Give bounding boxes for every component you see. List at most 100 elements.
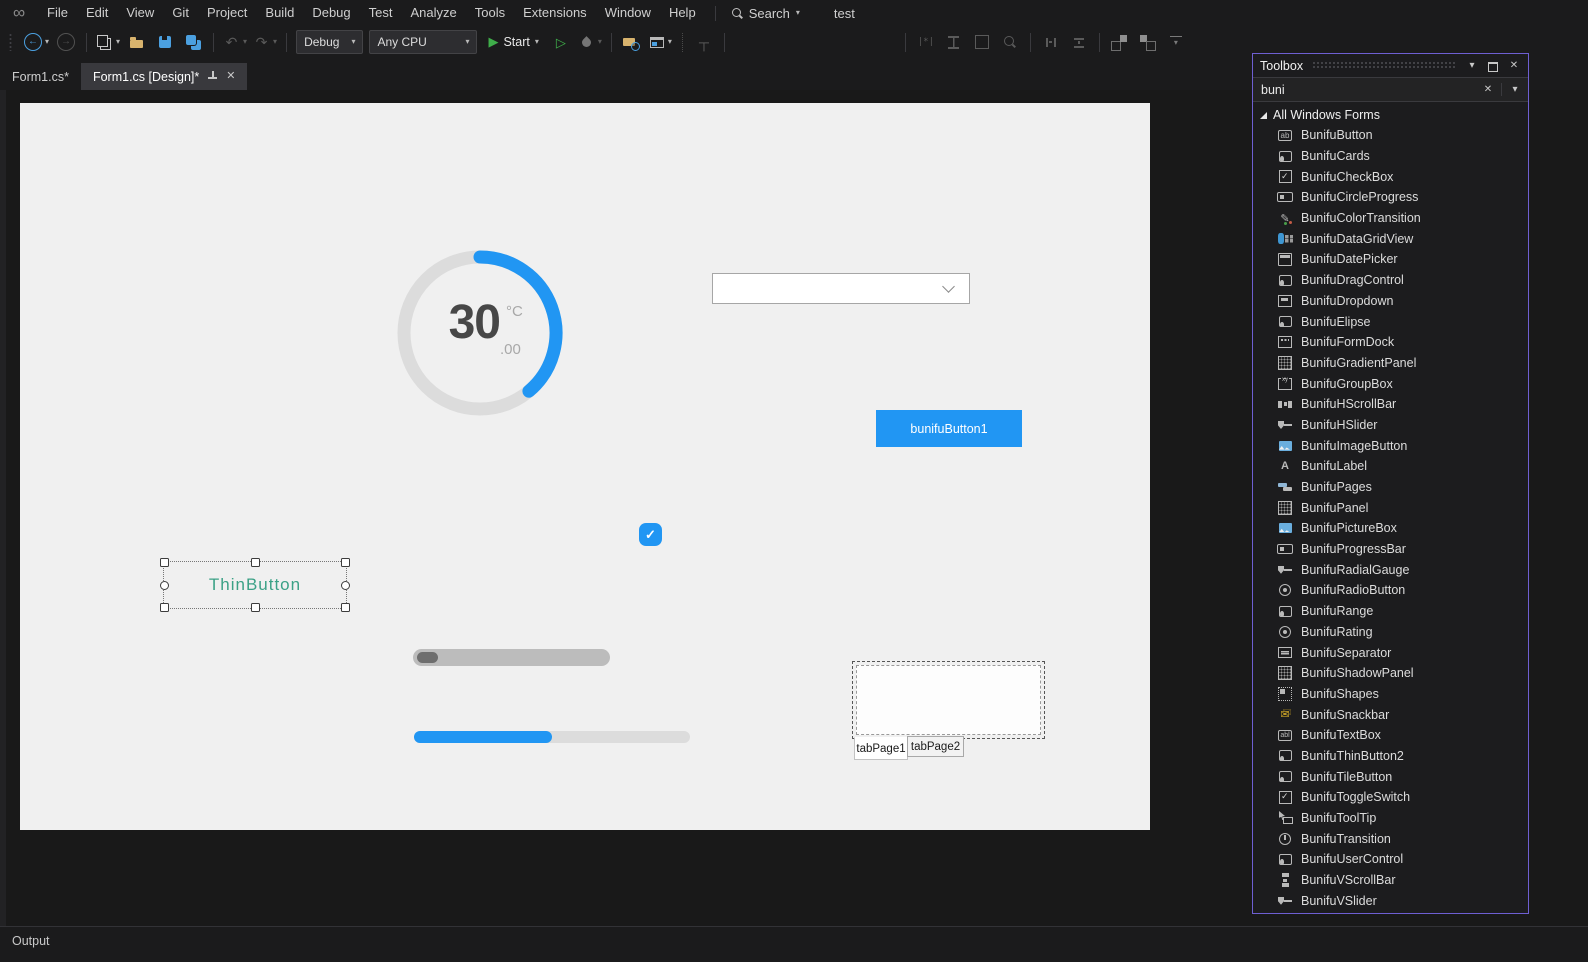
toolbox-header[interactable]: Toolbox ▾ ✕ — [1253, 54, 1528, 77]
toolbox-item-bunifuprogressbar[interactable]: BunifuProgressBar — [1253, 539, 1528, 560]
toolbox-item-bunifurange[interactable]: BunifuRange — [1253, 601, 1528, 622]
toolbox-item-bunifuradialgauge[interactable]: BunifuRadialGauge — [1253, 559, 1528, 580]
toolbox-item-bunifupicturebox[interactable]: BunifuPictureBox — [1253, 518, 1528, 539]
toggle-checkbox-control[interactable]: ✓ — [639, 523, 662, 546]
selection-handle[interactable] — [341, 558, 350, 567]
search-options-caret-icon[interactable]: ▾ — [1508, 84, 1522, 95]
toolbox-item-bunifudatagridview[interactable]: BunifuDataGridView — [1253, 228, 1528, 249]
toolbox-item-bunifuformdock[interactable]: BunifuFormDock — [1253, 332, 1528, 353]
toolbox-item-bunifucheckbox[interactable]: BunifuCheckBox — [1253, 166, 1528, 187]
toolbox-item-bunifutilebutton[interactable]: BunifuTileButton — [1253, 766, 1528, 787]
document-tab-2[interactable]: Form1.cs [Design]*✕ — [81, 63, 248, 90]
dropdown-control[interactable] — [712, 273, 970, 304]
toolbox-search-input[interactable] — [1259, 82, 1475, 98]
menu-item-debug[interactable]: Debug — [303, 0, 359, 26]
navigate-back-icon[interactable]: ←▾ — [21, 30, 52, 54]
live-preview-window-icon[interactable]: ▾ — [646, 30, 675, 54]
align-middles-icon[interactable] — [843, 30, 871, 54]
toolbar-overflow-icon[interactable]: ▾ — [1162, 30, 1190, 54]
maximize-icon[interactable] — [1486, 60, 1500, 72]
toolbox-item-bunifushapes[interactable]: BunifuShapes — [1253, 684, 1528, 705]
toolbox-item-bunifupanel[interactable]: BunifuPanel — [1253, 497, 1528, 518]
menu-item-git[interactable]: Git — [163, 0, 198, 26]
toolbox-item-bunifuthinbutton2[interactable]: BunifuThinButton2 — [1253, 746, 1528, 767]
toolbox-item-bunifutransition[interactable]: BunifuTransition — [1253, 828, 1528, 849]
toolbox-item-bunifuvslider[interactable]: BunifuVSlider — [1253, 890, 1528, 911]
menu-item-file[interactable]: File — [38, 0, 77, 26]
toolbox-item-bunifuseparator[interactable]: BunifuSeparator — [1253, 642, 1528, 663]
toolbar-grip[interactable] — [8, 33, 13, 51]
pages-control[interactable] — [852, 661, 1045, 739]
toolbox-item-bunifutooltip[interactable]: BunifuToolTip — [1253, 808, 1528, 829]
toolbox-item-bunifushadowpanel[interactable]: BunifuShadowPanel — [1253, 663, 1528, 684]
toolbox-item-bunifucolortransition[interactable]: BunifuColorTransition — [1253, 208, 1528, 229]
menu-item-test[interactable]: Test — [360, 0, 402, 26]
toolbox-item-bunifuhslider[interactable]: BunifuHSlider — [1253, 415, 1528, 436]
selection-handle[interactable] — [341, 581, 350, 590]
align-rights-icon[interactable] — [787, 30, 815, 54]
menu-item-edit[interactable]: Edit — [77, 0, 117, 26]
menu-item-help[interactable]: Help — [660, 0, 705, 26]
save-icon[interactable] — [151, 30, 179, 54]
selection-handle[interactable] — [341, 603, 350, 612]
selection-handle[interactable] — [160, 558, 169, 567]
navigate-forward-icon[interactable]: → — [52, 30, 80, 54]
selection-handle[interactable] — [251, 558, 260, 567]
send-to-back-icon[interactable] — [1134, 30, 1162, 54]
tab-page-1[interactable]: tabPage1 — [854, 737, 908, 760]
menu-item-extensions[interactable]: Extensions — [514, 0, 596, 26]
toolbox-item-bunifugroupbox[interactable]: BunifuGroupBox — [1253, 373, 1528, 394]
toolbox-item-bunifudropdown[interactable]: BunifuDropdown — [1253, 291, 1528, 312]
search-box[interactable]: Search ▾ — [726, 6, 806, 21]
window-position-caret-icon[interactable]: ▾ — [1465, 60, 1479, 71]
progress-bar-control[interactable] — [414, 731, 690, 743]
expander-icon[interactable] — [1260, 112, 1267, 119]
align-lefts-icon[interactable] — [731, 30, 759, 54]
zoom-icon[interactable] — [996, 30, 1024, 54]
solution-configuration-combo[interactable]: Debug▾ — [296, 30, 363, 54]
menu-item-window[interactable]: Window — [596, 0, 660, 26]
toolbox-item-bunifutextbox[interactable]: BunifuTextBox — [1253, 725, 1528, 746]
toolbox-item-bunifugradientpanel[interactable]: BunifuGradientPanel — [1253, 353, 1528, 374]
selection-handle[interactable] — [251, 603, 260, 612]
hslider-control[interactable] — [413, 649, 610, 666]
toolbox-item-bunifurating[interactable]: BunifuRating — [1253, 622, 1528, 643]
menu-item-tools[interactable]: Tools — [466, 0, 514, 26]
slider-thumb[interactable] — [417, 652, 438, 663]
bring-to-front-icon[interactable] — [1106, 30, 1134, 54]
solution-platform-combo[interactable]: Any CPU▾ — [369, 30, 477, 54]
bunifu-button[interactable]: bunifuButton1 — [876, 410, 1022, 447]
vertical-spacing-icon[interactable] — [1065, 30, 1093, 54]
align-bottoms-icon[interactable] — [871, 30, 899, 54]
toolbox-group-all-windows-forms[interactable]: All Windows Forms — [1253, 105, 1528, 125]
selection-handle[interactable] — [160, 603, 169, 612]
form-designer-canvas[interactable]: 30 °C .00 bunifuButton1 ✓ ThinButton — [20, 103, 1150, 830]
circle-progress-control[interactable]: 30 °C .00 — [390, 243, 570, 423]
size-to-grid-icon[interactable] — [968, 30, 996, 54]
menu-item-build[interactable]: Build — [256, 0, 303, 26]
toolbox-item-bunifuelipse[interactable]: BunifuElipse — [1253, 311, 1528, 332]
toolbox-item-bunifudragcontrol[interactable]: BunifuDragControl — [1253, 270, 1528, 291]
make-same-height-icon[interactable] — [940, 30, 968, 54]
toolbox-item-bunifuusercontrol[interactable]: BunifuUserControl — [1253, 849, 1528, 870]
toolbox-drag-grip[interactable] — [1312, 61, 1456, 70]
thin-button-control[interactable]: ThinButton — [163, 561, 347, 609]
document-tab-1[interactable]: Form1.cs* — [0, 63, 81, 90]
close-icon[interactable]: ✕ — [226, 71, 235, 82]
toolbox-item-bunifutoggleswitch[interactable]: BunifuToggleSwitch — [1253, 787, 1528, 808]
align-tops-icon[interactable] — [815, 30, 843, 54]
close-icon[interactable]: ✕ — [1507, 60, 1521, 71]
new-project-icon[interactable]: ▾ — [93, 30, 123, 54]
selection-handle[interactable] — [160, 581, 169, 590]
horizontal-spacing-icon[interactable] — [1037, 30, 1065, 54]
toolbox-item-bunifuhscrollbar[interactable]: BunifuHScrollBar — [1253, 394, 1528, 415]
make-same-width-icon[interactable]: |*| — [912, 30, 940, 54]
toolbox-item-bunifubutton[interactable]: BunifuButton — [1253, 125, 1528, 146]
toolbox-item-bunifucards[interactable]: BunifuCards — [1253, 146, 1528, 167]
open-folder-icon[interactable] — [123, 30, 151, 54]
toolbox-item-bunifuimagebutton[interactable]: BunifuImageButton — [1253, 435, 1528, 456]
toolbox-item-bunifusnackbar[interactable]: BunifuSnackbar — [1253, 704, 1528, 725]
menu-item-view[interactable]: View — [117, 0, 163, 26]
start-without-debugging-icon[interactable]: ▷ — [547, 30, 575, 54]
output-panel-bar[interactable]: Output — [0, 926, 1588, 962]
